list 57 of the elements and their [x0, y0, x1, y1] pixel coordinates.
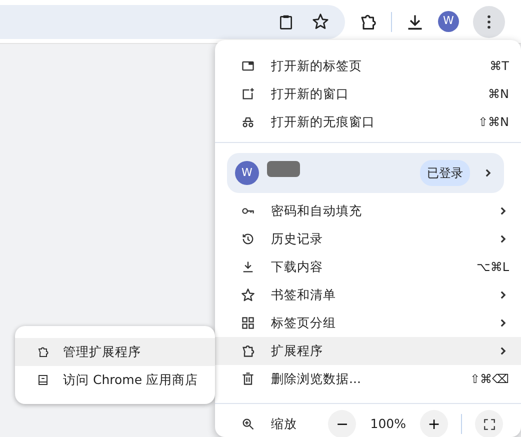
zoom-icon — [241, 417, 255, 431]
menu-item[interactable]: 打开新的无痕窗口 ⇧⌘N — [215, 108, 521, 136]
zoom-label: 缩放 — [271, 414, 298, 433]
incognito-icon — [241, 115, 255, 129]
fullscreen-button[interactable] — [475, 410, 503, 437]
avatar-button[interactable]: W — [438, 11, 459, 32]
zoom-out-button[interactable]: − — [328, 410, 356, 437]
menu-item-label: 打开新的标签页 — [271, 56, 363, 75]
menu-item-label: 历史记录 — [271, 230, 324, 248]
download-icon[interactable] — [406, 12, 424, 30]
menu-item[interactable]: 打开新的窗口 ⌘N — [215, 80, 521, 108]
shortcut-text: ⌘T — [490, 58, 509, 75]
menu-item-label: 标签页分组 — [271, 314, 337, 332]
shortcut-text: ⇧⌘⌫ — [470, 371, 509, 388]
avatar-icon: W — [235, 161, 259, 185]
menu-item[interactable]: 下载内容 ⌥⌘L — [215, 253, 521, 281]
download-icon — [241, 260, 255, 274]
puzzle-icon[interactable] — [359, 12, 377, 30]
menu-item-label: 书签和清单 — [271, 286, 337, 304]
puzzle-icon — [37, 346, 49, 358]
zoom-value: 100% — [370, 414, 406, 433]
signed-in-badge: 已登录 — [420, 160, 470, 186]
shortcut-text: ⌘N — [488, 86, 509, 103]
history-icon — [241, 232, 255, 246]
submenu-item[interactable]: 管理扩展程序 — [15, 338, 215, 366]
menu-item-label: 打开新的窗口 — [271, 84, 350, 103]
menu-item[interactable]: 删除浏览数据... ⇧⌘⌫ — [215, 365, 521, 393]
grid-icon — [241, 316, 255, 330]
menu-item[interactable]: 标签页分组 — [215, 309, 521, 337]
menu-item-label: 下载内容 — [271, 258, 324, 276]
trash-icon — [241, 372, 255, 386]
puzzle-icon — [241, 344, 255, 358]
menu-item[interactable]: 书签和清单 — [215, 281, 521, 309]
more-icon — [487, 14, 491, 28]
shortcut-text: ⌥⌘L — [476, 259, 509, 276]
menu-item[interactable]: 扩展程序 — [215, 337, 521, 365]
star-icon — [241, 288, 255, 302]
clipboard-icon[interactable] — [278, 12, 294, 30]
tab-icon — [241, 59, 255, 73]
submenu-item[interactable]: 访问 Chrome 应用商店 — [15, 366, 215, 394]
submenu-item-label: 访问 Chrome 应用商店 — [63, 370, 198, 389]
redacted-name-block — [267, 161, 300, 177]
menu-item-label: 密码和自动填充 — [271, 202, 363, 220]
profile-row[interactable]: W 已登录 — [227, 153, 504, 193]
menu-item[interactable]: 打开新的标签页 ⌘T — [215, 52, 521, 80]
zoom-in-button[interactable]: + — [420, 410, 448, 437]
menu-item[interactable]: 历史记录 — [215, 225, 521, 253]
shortcut-text: ⇧⌘N — [478, 114, 509, 131]
star-icon[interactable] — [312, 13, 329, 30]
menu-item[interactable]: 密码和自动填充 — [215, 197, 521, 225]
submenu-item-label: 管理扩展程序 — [63, 342, 141, 361]
fullscreen-icon — [482, 418, 496, 430]
menu-item-label: 扩展程序 — [271, 342, 324, 360]
new-window-icon — [241, 87, 255, 101]
menu-item-label: 删除浏览数据... — [271, 370, 362, 388]
store-icon — [37, 374, 49, 386]
menu-item-label: 打开新的无痕窗口 — [271, 112, 376, 131]
